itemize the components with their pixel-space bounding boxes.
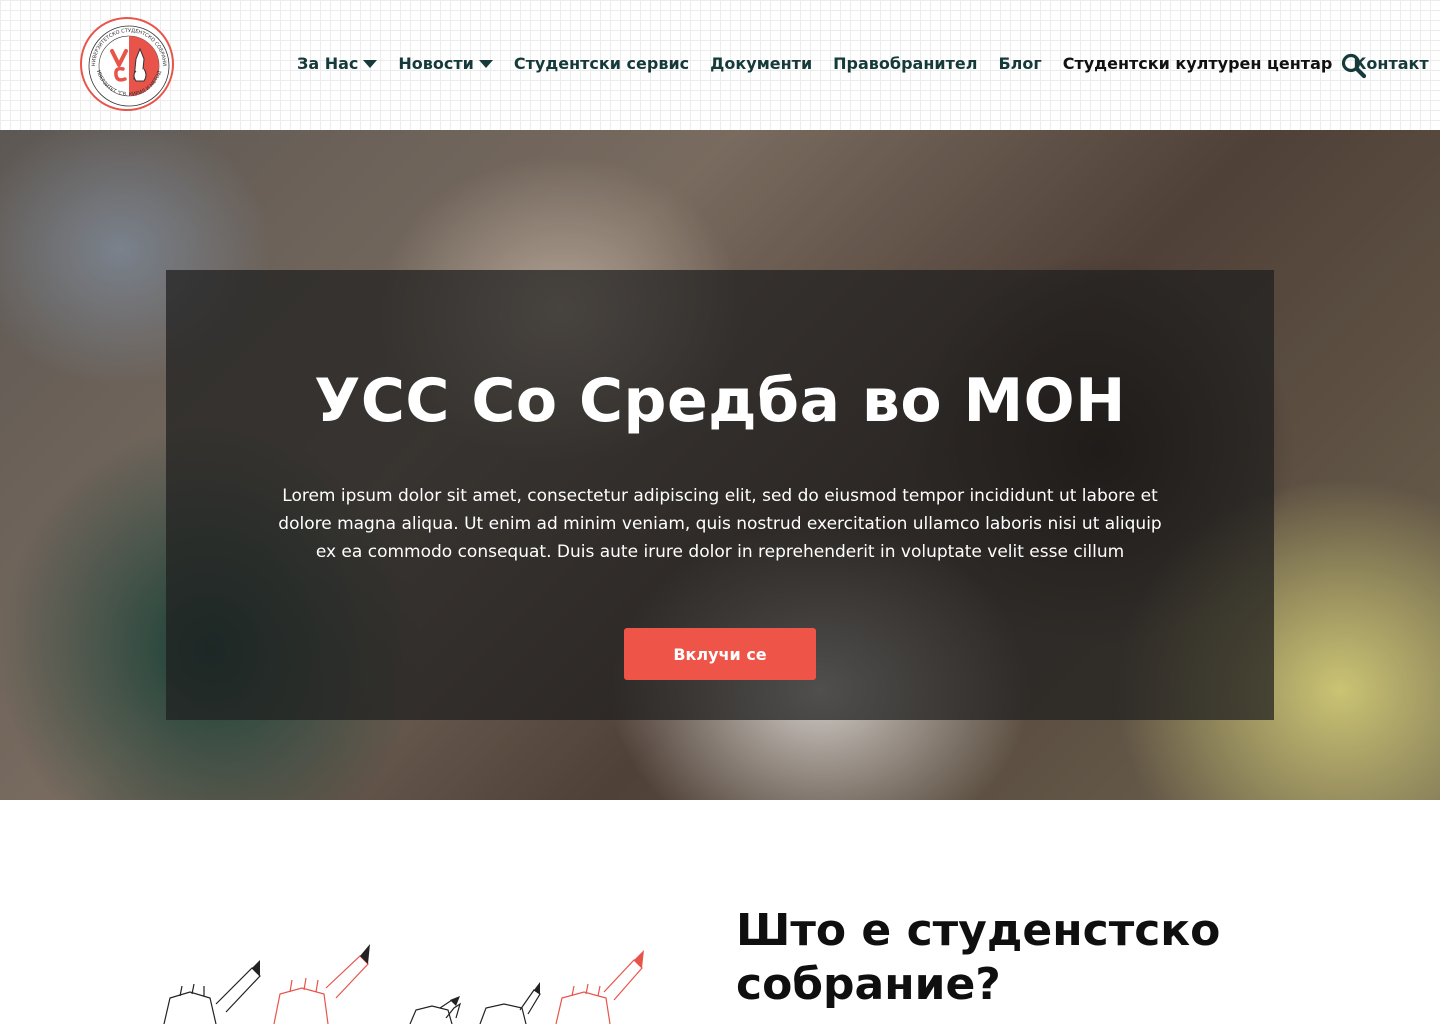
nav-label: Правобранител	[833, 53, 978, 73]
hands-with-pencils-illustration	[160, 938, 660, 1024]
nav-item-student-service[interactable]: Студентски сервис	[514, 54, 689, 73]
nav-label: Студентски сервис	[513, 53, 690, 73]
hero-banner: УСС Со Средба во МОН Lorem ipsum dolor s…	[0, 130, 1440, 800]
search-icon	[1341, 53, 1367, 79]
nav-item-about[interactable]: За Нас	[297, 53, 378, 73]
nav-item-cultural-center[interactable]: Студентски културен центар	[1063, 54, 1333, 73]
nav-item-news[interactable]: Новости	[398, 53, 493, 73]
nav-item-documents[interactable]: Документи	[710, 54, 812, 73]
hero-text: Lorem ipsum dolor sit amet, consectetur …	[278, 486, 1162, 562]
nav-item-blog[interactable]: Блог	[998, 54, 1041, 73]
logo[interactable]: УНИВЕРЗИТЕТСКО СТУДЕНТСКО СОБРАНИЕ УНИВЕ…	[80, 17, 174, 111]
nav-label: Студентски културен центар	[1062, 53, 1333, 73]
join-button[interactable]: Вклучи се	[624, 628, 816, 680]
search-button[interactable]	[1340, 52, 1368, 80]
chevron-down-icon	[363, 60, 378, 68]
main-nav: За Нас Новости Студентски сервис Докумен…	[297, 50, 1429, 76]
nav-label: Документи	[710, 53, 813, 73]
hero-card: УСС Со Средба во МОН Lorem ipsum dolor s…	[166, 270, 1274, 720]
nav-item-ombudsman[interactable]: Правобранител	[833, 54, 977, 73]
nav-label: За Нас	[297, 53, 359, 73]
hero-title: УСС Со Средба во МОН	[314, 366, 1126, 436]
about-title: Што е студенстско собрание?	[736, 905, 1221, 1010]
nav-label: Блог	[998, 53, 1042, 73]
chevron-down-icon	[478, 60, 493, 68]
nav-label: Новости	[398, 53, 474, 73]
site-header: УНИВЕРЗИТЕТСКО СТУДЕНТСКО СОБРАНИЕ УНИВЕ…	[0, 0, 1440, 130]
logo-emblem-icon: УНИВЕРЗИТЕТСКО СТУДЕНТСКО СОБРАНИЕ УНИВЕ…	[82, 19, 170, 107]
